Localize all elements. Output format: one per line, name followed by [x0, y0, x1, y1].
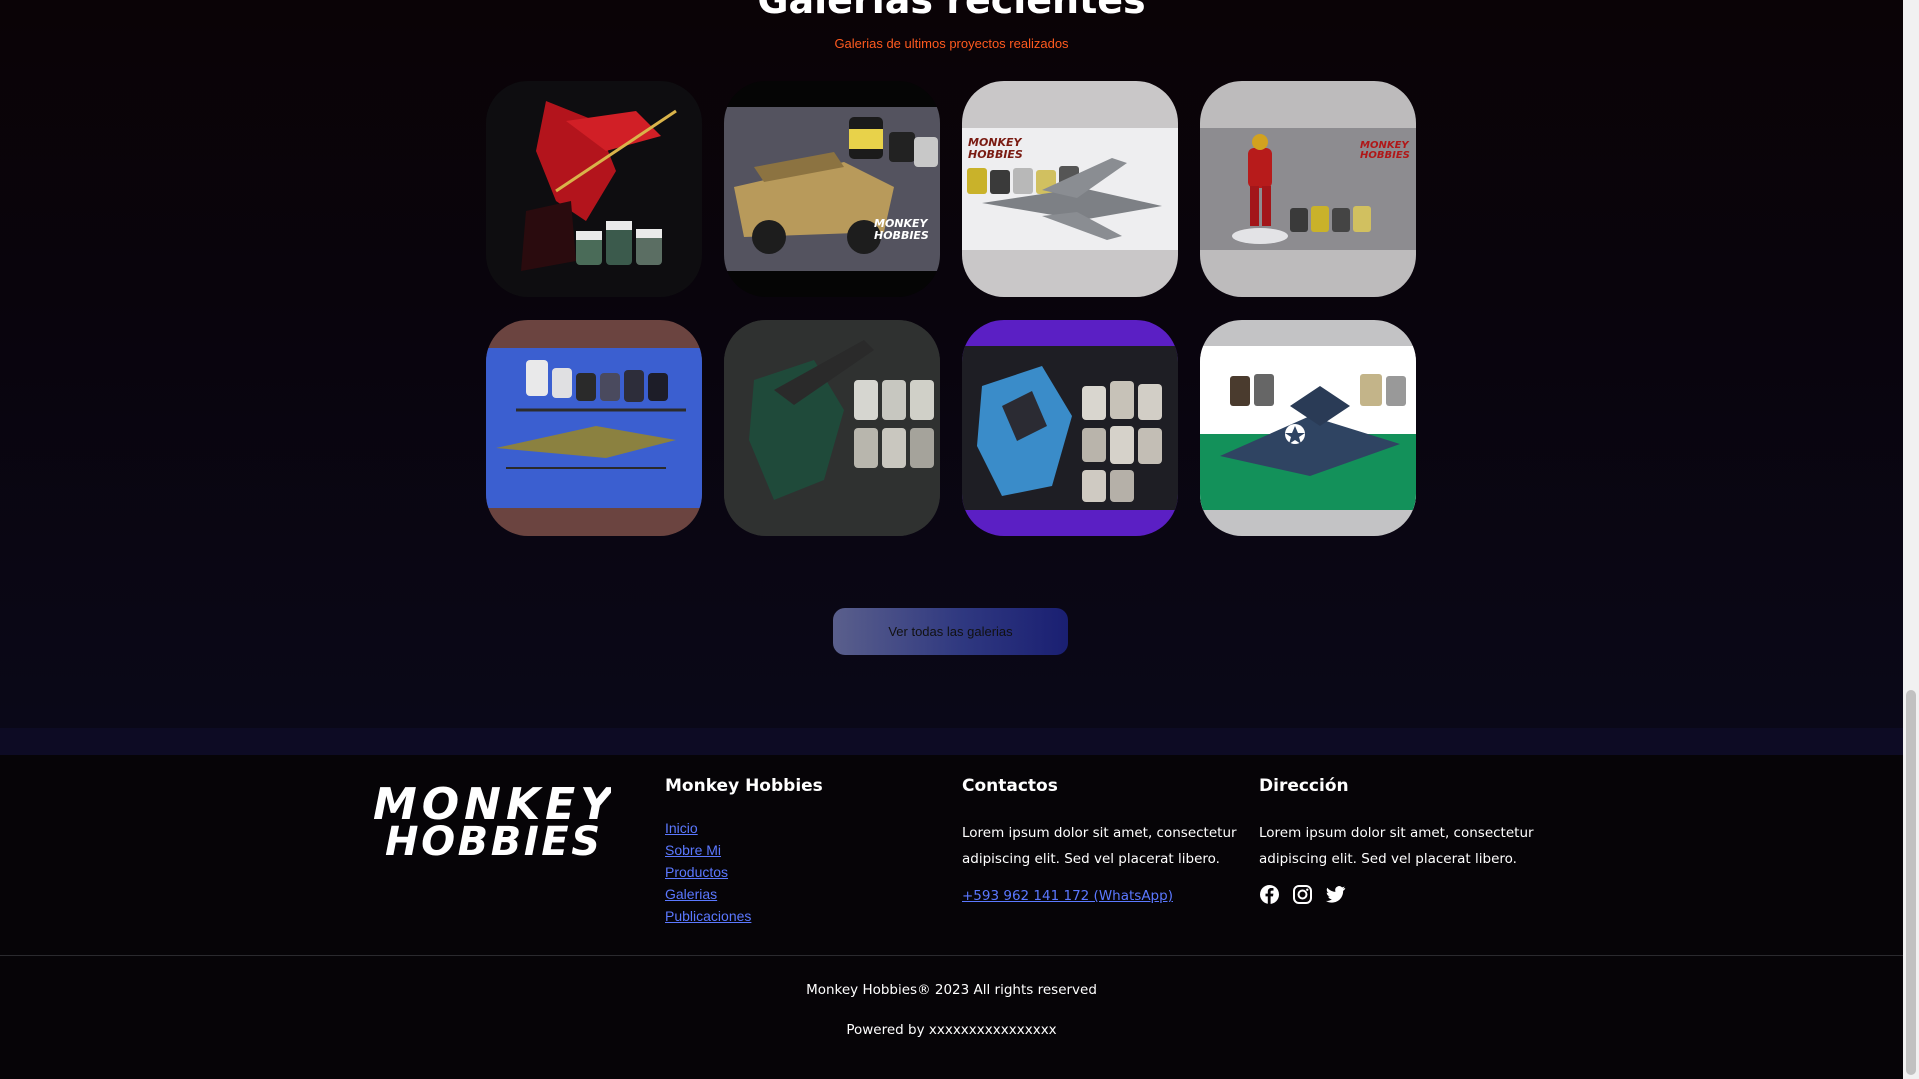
svg-text:HOBBIES: HOBBIES [968, 148, 1023, 161]
footer-brand-title: Monkey Hobbies [665, 776, 823, 796]
page-scrollbar[interactable] [1903, 0, 1919, 1079]
social-links [1259, 884, 1346, 905]
view-all-galleries-button[interactable]: Ver todas las galerias [833, 608, 1068, 655]
gallery-photo: MONKEY HOBBIES [724, 107, 940, 271]
instagram-icon[interactable] [1292, 884, 1313, 905]
twitter-icon[interactable] [1325, 884, 1346, 905]
gallery-title: Galerías recientes [757, 0, 1146, 22]
svg-text:HOBBIES: HOBBIES [874, 229, 929, 242]
svg-text:HOBBIES: HOBBIES [1360, 150, 1410, 161]
copyright-text: Monkey Hobbies® 2023 All rights reserved [806, 982, 1097, 998]
gallery-photo [486, 348, 702, 508]
gallery-tile-green-mecha[interactable] [724, 320, 940, 536]
footer-divider [0, 955, 1903, 956]
gallery-subtitle: Galerias de ultimos proyectos realizados [834, 36, 1069, 51]
footer-link-productos[interactable]: Productos [665, 864, 728, 880]
gallery-tile-desert-jeep[interactable]: MONKEY HOBBIES [724, 81, 940, 297]
gallery-tile-red-mecha[interactable] [486, 81, 702, 297]
powered-by-text: Powered by xxxxxxxxxxxxxxxx [846, 1022, 1057, 1038]
gallery-photo [962, 346, 1178, 510]
gallery-photo: MONKEY HOBBIES [1200, 128, 1416, 250]
gallery-tile-helicopter[interactable] [486, 320, 702, 536]
whatsapp-phone-link[interactable]: +593 962 141 172 (WhatsApp) [962, 888, 1173, 904]
gallery-tile-corsair-plane[interactable] [1200, 320, 1416, 536]
gallery-photo [724, 320, 940, 536]
gallery-tile-jet-fighter[interactable]: MONKEY HOBBIES [962, 81, 1178, 297]
monkey-hobbies-logo[interactable]: MONKEY HOBBIES [371, 779, 619, 865]
facebook-icon[interactable] [1259, 884, 1280, 905]
footer-divider-band [0, 728, 1903, 755]
gallery-photo [486, 81, 702, 297]
footer-link-sobre-mi[interactable]: Sobre Mi [665, 842, 721, 858]
footer-link-galerias[interactable]: Galerias [665, 886, 717, 902]
footer-address-title: Dirección [1259, 776, 1349, 796]
footer-link-publicaciones[interactable]: Publicaciones [665, 908, 751, 924]
scrollbar-thumb[interactable] [1906, 690, 1916, 1075]
gallery-grid: MONKEY HOBBIES MONKEY HOBBIES MONKEY HOB… [486, 81, 1417, 536]
footer-contacts-title: Contactos [962, 776, 1058, 796]
footer-nav-links: Inicio Sobre Mi Productos Galerias Publi… [665, 820, 751, 930]
gallery-tile-blue-robot[interactable] [962, 320, 1178, 536]
footer-address-text: Lorem ipsum dolor sit amet, consectetur … [1259, 825, 1534, 867]
gallery-photo [1200, 346, 1416, 510]
footer-link-inicio[interactable]: Inicio [665, 820, 698, 836]
footer-contacts-text: Lorem ipsum dolor sit amet, consectetur … [962, 825, 1237, 867]
gallery-section: Galerías recientes Galerias de ultimos p… [0, 0, 1903, 728]
gallery-photo: MONKEY HOBBIES [962, 128, 1178, 250]
gallery-tile-iron-figure[interactable]: MONKEY HOBBIES [1200, 81, 1416, 297]
